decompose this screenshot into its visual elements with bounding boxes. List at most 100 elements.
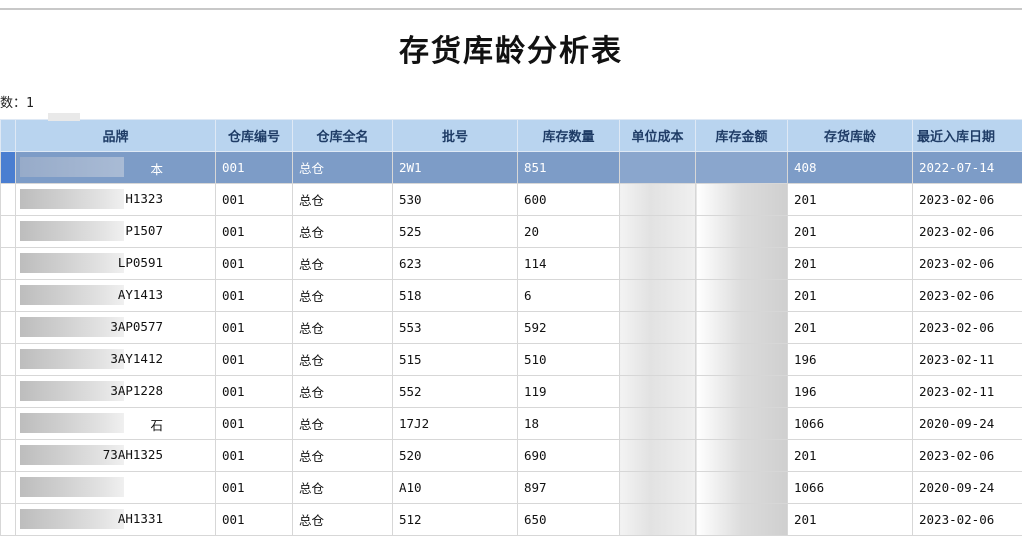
last-inbound-date-cell: 2023-02-11 (912, 343, 1022, 376)
table-row[interactable]: H1323 001 总仓 530 600 201 2023-02-06 (0, 183, 1022, 216)
column-header[interactable]: 最近入库日期 (912, 119, 1022, 152)
table-row[interactable]: 3AY1412 001 总仓 515 510 196 2023-02-11 (0, 343, 1022, 376)
brand-cell: 3AY1412 (15, 343, 216, 376)
redaction-mask (20, 189, 124, 209)
table-row[interactable]: 本 001 总仓 2W1 851 408 2022-07-14 (0, 151, 1022, 184)
inventory-age-cell: 1066 (787, 471, 913, 504)
table-row[interactable]: 石 001 总仓 17J2 18 1066 2020-09-24 (0, 407, 1022, 440)
brand-text: H1323 (125, 191, 163, 206)
last-inbound-date-cell: 2020-09-24 (912, 407, 1022, 440)
inventory-age-cell: 201 (787, 279, 913, 312)
brand-cell: AH1331 (15, 503, 216, 536)
redaction-mask (20, 221, 124, 241)
batch-cell: 530 (392, 183, 518, 216)
brand-text: LP0591 (117, 255, 163, 270)
warehouse-name-cell: 总仓 (292, 247, 393, 280)
unit-cost-cell-redacted (619, 151, 696, 184)
row-selector[interactable] (0, 471, 16, 504)
warehouse-name-cell: 总仓 (292, 375, 393, 408)
column-header[interactable]: 库存金额 (695, 119, 788, 152)
column-header[interactable]: 品牌 (15, 119, 216, 152)
table-row[interactable]: AY1413 001 总仓 518 6 201 2023-02-06 (0, 279, 1022, 312)
redaction-mask (20, 349, 124, 369)
warehouse-code-cell: 001 (215, 439, 293, 472)
unit-cost-cell-redacted (619, 471, 696, 504)
brand-cell: LP0591 (15, 247, 216, 280)
brand-text: 石 (150, 418, 163, 433)
column-header[interactable]: 仓库全名 (292, 119, 393, 152)
inventory-age-table: 品牌 仓库编号 仓库全名 批号 库存数量 单位成本 库存金额 存货库龄 最近入库… (0, 119, 1022, 536)
warehouse-name-cell: 总仓 (292, 503, 393, 536)
table-row[interactable]: 001 总仓 A10 897 1066 2020-09-24 (0, 471, 1022, 504)
row-selector[interactable] (0, 279, 16, 312)
warehouse-code-cell: 001 (215, 375, 293, 408)
quantity-cell: 592 (517, 311, 620, 344)
brand-text: 本 (150, 162, 163, 177)
inventory-age-cell: 201 (787, 247, 913, 280)
stock-amount-cell-redacted (695, 407, 788, 440)
batch-cell: 553 (392, 311, 518, 344)
row-selector[interactable] (0, 439, 16, 472)
column-header[interactable]: 存货库龄 (787, 119, 913, 152)
redaction-mask (20, 509, 124, 529)
quantity-cell: 20 (517, 215, 620, 248)
inventory-age-cell: 201 (787, 183, 913, 216)
batch-cell: A10 (392, 471, 518, 504)
redaction-mask (20, 253, 124, 273)
row-selector[interactable] (0, 343, 16, 376)
table-row[interactable]: 3AP0577 001 总仓 553 592 201 2023-02-06 (0, 311, 1022, 344)
row-selector[interactable] (0, 247, 16, 280)
inventory-age-cell: 408 (787, 151, 913, 184)
quantity-cell: 851 (517, 151, 620, 184)
warehouse-code-cell: 001 (215, 151, 293, 184)
record-count-label: 数：1 (0, 96, 34, 111)
batch-cell: 623 (392, 247, 518, 280)
column-header[interactable]: 单位成本 (619, 119, 696, 152)
stock-amount-cell-redacted (695, 375, 788, 408)
row-selector[interactable] (0, 311, 16, 344)
quantity-cell: 897 (517, 471, 620, 504)
brand-cell: 本 (15, 151, 216, 184)
column-header[interactable]: 批号 (392, 119, 518, 152)
last-inbound-date-cell: 2023-02-06 (912, 215, 1022, 248)
row-selector[interactable] (0, 151, 16, 184)
last-inbound-date-cell: 2023-02-06 (912, 183, 1022, 216)
stock-amount-cell-redacted (695, 215, 788, 248)
row-selector[interactable] (0, 215, 16, 248)
redaction-mask (48, 113, 80, 121)
table-row[interactable]: LP0591 001 总仓 623 114 201 2023-02-06 (0, 247, 1022, 280)
row-selector[interactable] (0, 183, 16, 216)
warehouse-name-cell: 总仓 (292, 279, 393, 312)
quantity-cell: 600 (517, 183, 620, 216)
batch-cell: 2W1 (392, 151, 518, 184)
row-selector[interactable] (0, 503, 16, 536)
row-selector[interactable] (0, 407, 16, 440)
warehouse-name-cell: 总仓 (292, 471, 393, 504)
warehouse-code-cell: 001 (215, 215, 293, 248)
last-inbound-date-cell: 2023-02-06 (912, 439, 1022, 472)
table-row[interactable]: 73AH1325 001 总仓 520 690 201 2023-02-06 (0, 439, 1022, 472)
row-selector[interactable] (0, 375, 16, 408)
quantity-cell: 114 (517, 247, 620, 280)
warehouse-name-cell: 总仓 (292, 343, 393, 376)
warehouse-code-cell: 001 (215, 471, 293, 504)
brand-text: 73AH1325 (102, 447, 163, 462)
brand-text: 3AP1228 (110, 383, 163, 398)
column-header[interactable]: 仓库编号 (215, 119, 293, 152)
batch-cell: 512 (392, 503, 518, 536)
table-row[interactable]: P1507 001 总仓 525 20 201 2023-02-06 (0, 215, 1022, 248)
redaction-mask (20, 413, 124, 433)
inventory-age-cell: 196 (787, 375, 913, 408)
quantity-cell: 690 (517, 439, 620, 472)
brand-cell: P1507 (15, 215, 216, 248)
redaction-mask (20, 381, 124, 401)
quantity-cell: 18 (517, 407, 620, 440)
last-inbound-date-cell: 2023-02-06 (912, 279, 1022, 312)
stock-amount-cell-redacted (695, 151, 788, 184)
unit-cost-cell-redacted (619, 247, 696, 280)
brand-text: 3AY1412 (110, 351, 163, 366)
table-row[interactable]: AH1331 001 总仓 512 650 201 2023-02-06 (0, 503, 1022, 536)
table-row[interactable]: 3AP1228 001 总仓 552 119 196 2023-02-11 (0, 375, 1022, 408)
brand-cell: 3AP1228 (15, 375, 216, 408)
column-header[interactable]: 库存数量 (517, 119, 620, 152)
